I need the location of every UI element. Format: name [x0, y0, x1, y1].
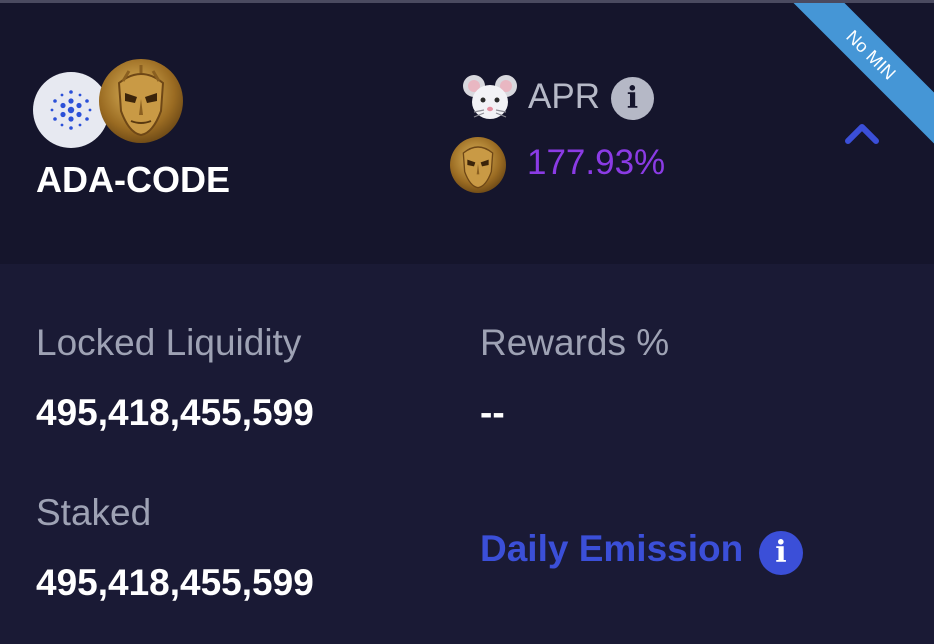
apr-label: APR: [528, 77, 600, 116]
reward-token-icon: [450, 137, 506, 193]
rewards-percent-label: Rewards %: [480, 322, 670, 363]
locked-liquidity-value: 495,418,455,599: [36, 392, 314, 433]
mask-coin-icon: [99, 59, 183, 143]
pair-name: ADA-CODE: [36, 159, 230, 200]
farm-header: No MIN ADA-CODE APR i 177.93%: [0, 3, 934, 264]
apr-value: 177.93%: [527, 143, 666, 182]
collapse-chevron-icon[interactable]: [840, 117, 884, 147]
apr-info-icon[interactable]: i: [611, 77, 654, 120]
rewards-percent-value: --: [480, 392, 505, 433]
staked-label: Staked: [36, 492, 152, 533]
daily-emission-link[interactable]: Daily Emission: [480, 528, 743, 570]
daily-emission-info-icon[interactable]: i: [759, 531, 803, 575]
locked-liquidity-label: Locked Liquidity: [36, 322, 302, 363]
staked-value: 495,418,455,599: [36, 562, 314, 603]
mouse-icon: [462, 74, 518, 124]
cardano-icon: [33, 72, 109, 148]
